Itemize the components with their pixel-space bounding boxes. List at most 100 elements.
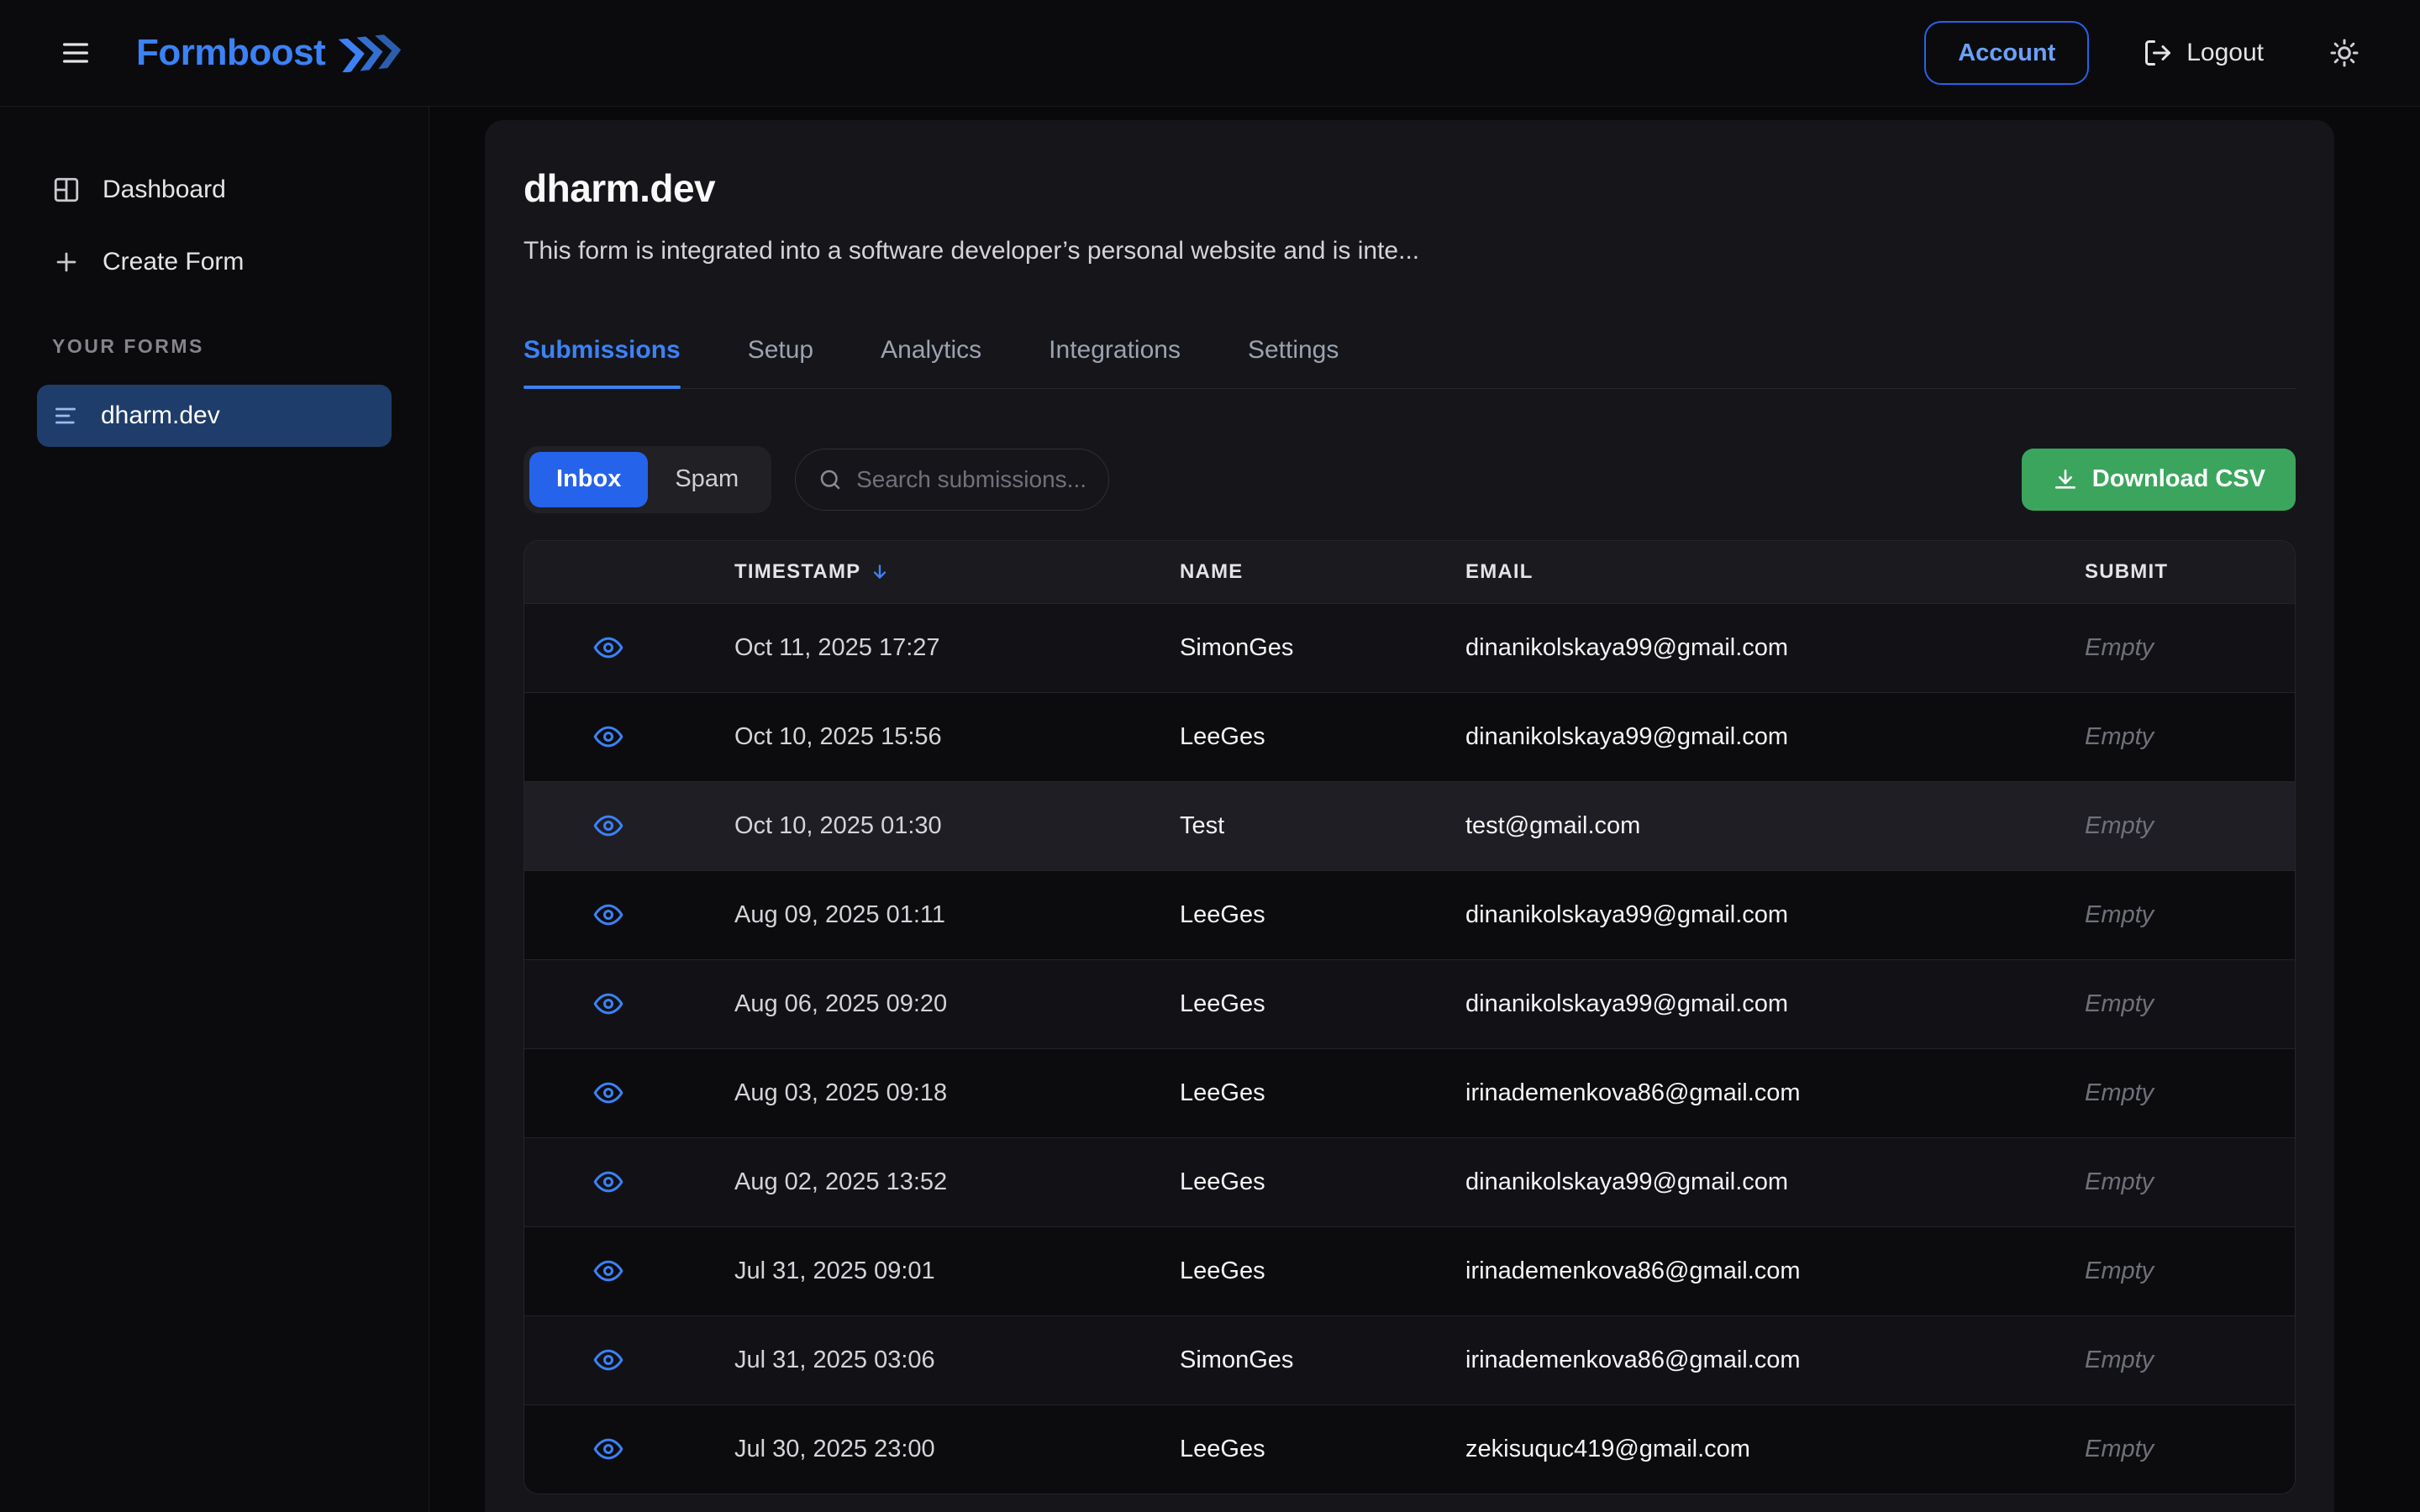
search-icon bbox=[818, 467, 843, 492]
table-row: Aug 02, 2025 13:52LeeGesdinanikolskaya99… bbox=[524, 1137, 2295, 1226]
logout-button[interactable]: Logout bbox=[2143, 38, 2264, 68]
sidebar-item-create-form[interactable]: Create Form bbox=[37, 229, 392, 295]
table-header: TIMESTAMP NAME EMAIL SUBMIT bbox=[524, 541, 2295, 603]
cell-name: LeeGes bbox=[1180, 1257, 1465, 1285]
form-lines-icon bbox=[52, 402, 79, 429]
logout-label: Logout bbox=[2186, 39, 2264, 67]
download-csv-button[interactable]: Download CSV bbox=[2022, 449, 2296, 511]
cell-email: irinademenkova86@gmail.com bbox=[1465, 1347, 2085, 1374]
eye-icon bbox=[592, 1254, 625, 1288]
table-row: Oct 10, 2025 15:56LeeGesdinanikolskaya99… bbox=[524, 692, 2295, 781]
cell-timestamp: Aug 02, 2025 13:52 bbox=[734, 1168, 1180, 1196]
search-box[interactable] bbox=[795, 449, 1109, 511]
sidebar-item-label: Dashboard bbox=[103, 176, 226, 204]
hamburger-icon bbox=[59, 36, 92, 70]
cell-timestamp: Aug 03, 2025 09:18 bbox=[734, 1079, 1180, 1107]
cell-name: LeeGes bbox=[1180, 901, 1465, 929]
menu-button[interactable] bbox=[49, 26, 103, 80]
eye-icon bbox=[592, 1432, 625, 1466]
eye-icon bbox=[592, 1076, 625, 1110]
view-submission-button[interactable] bbox=[524, 631, 734, 664]
topbar: Formboost Account Logout bbox=[0, 0, 2420, 107]
cell-email: zekisuquc419@gmail.com bbox=[1465, 1436, 2085, 1463]
account-button[interactable]: Account bbox=[1924, 21, 2089, 85]
tab-analytics[interactable]: Analytics bbox=[881, 336, 981, 388]
table-row: Jul 30, 2025 23:00LeeGeszekisuquc419@gma… bbox=[524, 1404, 2295, 1494]
view-submission-button[interactable] bbox=[524, 809, 734, 843]
page-title: dharm.dev bbox=[523, 167, 2296, 210]
sidebar-item-label: Create Form bbox=[103, 248, 244, 276]
column-email: EMAIL bbox=[1465, 560, 2085, 584]
cell-name: LeeGes bbox=[1180, 1436, 1465, 1463]
cell-submit: Empty bbox=[2085, 1079, 2295, 1107]
cell-name: LeeGes bbox=[1180, 723, 1465, 751]
view-submission-button[interactable] bbox=[524, 898, 734, 932]
cell-name: LeeGes bbox=[1180, 1168, 1465, 1196]
eye-icon bbox=[592, 720, 625, 753]
tab-submissions[interactable]: Submissions bbox=[523, 336, 681, 388]
sidebar-form-dharm-dev[interactable]: dharm.dev bbox=[37, 385, 392, 447]
theme-toggle-button[interactable] bbox=[2317, 26, 2371, 80]
column-name: NAME bbox=[1180, 560, 1465, 584]
column-timestamp[interactable]: TIMESTAMP bbox=[734, 560, 1180, 584]
main-area: dharm.dev This form is integrated into a… bbox=[429, 107, 2420, 1512]
inbox-spam-toggle: Inbox Spam bbox=[523, 446, 771, 513]
table-row: Aug 06, 2025 09:20LeeGesdinanikolskaya99… bbox=[524, 959, 2295, 1048]
cell-submit: Empty bbox=[2085, 634, 2295, 662]
cell-timestamp: Aug 06, 2025 09:20 bbox=[734, 990, 1180, 1018]
view-submission-button[interactable] bbox=[524, 720, 734, 753]
brand[interactable]: Formboost bbox=[136, 32, 404, 74]
cell-email: dinanikolskaya99@gmail.com bbox=[1465, 1168, 2085, 1196]
tab-bar: Submissions Setup Analytics Integrations… bbox=[523, 336, 2296, 389]
sun-icon bbox=[2329, 38, 2360, 68]
cell-submit: Empty bbox=[2085, 1168, 2295, 1196]
view-submission-button[interactable] bbox=[524, 1254, 734, 1288]
eye-icon bbox=[592, 809, 625, 843]
table-body: Oct 11, 2025 17:27SimonGesdinanikolskaya… bbox=[524, 603, 2295, 1494]
eye-icon bbox=[592, 898, 625, 932]
view-submission-button[interactable] bbox=[524, 1343, 734, 1377]
cell-submit: Empty bbox=[2085, 723, 2295, 751]
column-submit: SUBMIT bbox=[2085, 560, 2295, 584]
cell-timestamp: Oct 10, 2025 01:30 bbox=[734, 812, 1180, 840]
submissions-toolbar: Inbox Spam Download CSV bbox=[523, 446, 2296, 513]
sidebar-form-label: dharm.dev bbox=[101, 402, 220, 430]
cell-submit: Empty bbox=[2085, 1436, 2295, 1463]
your-forms-label: YOUR FORMS bbox=[37, 335, 392, 358]
cell-timestamp: Oct 10, 2025 15:56 bbox=[734, 723, 1180, 751]
cell-email: dinanikolskaya99@gmail.com bbox=[1465, 634, 2085, 662]
view-submission-button[interactable] bbox=[524, 1165, 734, 1199]
cell-submit: Empty bbox=[2085, 812, 2295, 840]
download-csv-label: Download CSV bbox=[2092, 465, 2265, 493]
column-timestamp-label: TIMESTAMP bbox=[734, 560, 860, 584]
search-input[interactable] bbox=[856, 466, 1086, 493]
view-submission-button[interactable] bbox=[524, 987, 734, 1021]
logout-icon bbox=[2143, 38, 2173, 68]
view-submission-button[interactable] bbox=[524, 1076, 734, 1110]
download-icon bbox=[2052, 466, 2079, 493]
dashboard-icon bbox=[52, 176, 81, 204]
cell-timestamp: Jul 31, 2025 03:06 bbox=[734, 1347, 1180, 1374]
eye-icon bbox=[592, 1343, 625, 1377]
cell-email: irinademenkova86@gmail.com bbox=[1465, 1079, 2085, 1107]
filter-spam-button[interactable]: Spam bbox=[648, 452, 765, 507]
tab-setup[interactable]: Setup bbox=[748, 336, 813, 388]
cell-timestamp: Jul 30, 2025 23:00 bbox=[734, 1436, 1180, 1463]
view-submission-button[interactable] bbox=[524, 1432, 734, 1466]
submissions-table: TIMESTAMP NAME EMAIL SUBMIT Oct 11, 2025… bbox=[523, 540, 2296, 1494]
cell-email: dinanikolskaya99@gmail.com bbox=[1465, 990, 2085, 1018]
tab-settings[interactable]: Settings bbox=[1248, 336, 1339, 388]
tab-integrations[interactable]: Integrations bbox=[1049, 336, 1181, 388]
table-row: Jul 31, 2025 03:06SimonGesirinademenkova… bbox=[524, 1315, 2295, 1404]
sidebar-item-dashboard[interactable]: Dashboard bbox=[37, 157, 392, 223]
formboost-logo-icon bbox=[337, 34, 404, 72]
cell-submit: Empty bbox=[2085, 990, 2295, 1018]
cell-email: dinanikolskaya99@gmail.com bbox=[1465, 723, 2085, 751]
table-row: Aug 03, 2025 09:18LeeGesirinademenkova86… bbox=[524, 1048, 2295, 1137]
cell-submit: Empty bbox=[2085, 901, 2295, 929]
cell-timestamp: Jul 31, 2025 09:01 bbox=[734, 1257, 1180, 1285]
form-description: This form is integrated into a software … bbox=[523, 237, 2296, 265]
filter-inbox-button[interactable]: Inbox bbox=[529, 452, 648, 507]
table-row: Aug 09, 2025 01:11LeeGesdinanikolskaya99… bbox=[524, 870, 2295, 959]
eye-icon bbox=[592, 1165, 625, 1199]
